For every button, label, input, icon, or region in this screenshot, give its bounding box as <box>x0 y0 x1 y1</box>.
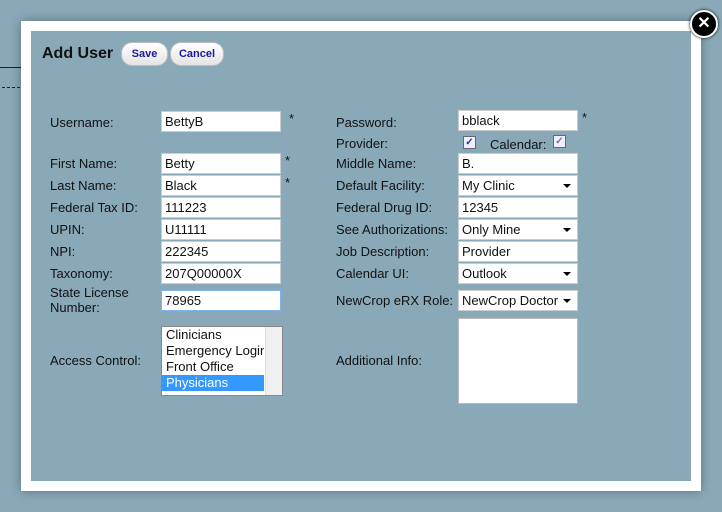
job-description-label: Job Description: <box>336 244 430 259</box>
add-user-dialog: Add User Save Cancel Username: BettyB * … <box>21 21 701 491</box>
middle-name-field[interactable]: B. <box>458 153 578 174</box>
access-control-listbox[interactable]: Clinicians Emergency Login Front Office … <box>161 326 283 396</box>
npi-field[interactable]: 222345 <box>161 241 281 262</box>
middle-name-label: Middle Name: <box>336 156 417 171</box>
access-option[interactable]: Front Office <box>162 359 264 375</box>
state-license-label: State License Number: <box>50 285 129 315</box>
provider-checkbox[interactable]: ✓ <box>463 136 476 149</box>
access-option[interactable]: Emergency Login <box>162 343 264 359</box>
dialog-body: Add User Save Cancel Username: BettyB * … <box>31 31 691 481</box>
close-icon[interactable]: ✕ <box>690 10 718 38</box>
last-name-label: Last Name: <box>50 178 117 193</box>
job-description-field[interactable]: Provider <box>458 241 578 262</box>
default-facility-label: Default Facility: <box>336 178 425 193</box>
required-marker: * <box>582 110 588 125</box>
username-field[interactable]: BettyB <box>161 111 281 132</box>
first-name-field[interactable]: Betty <box>161 153 281 174</box>
upin-field[interactable]: U11111 <box>161 219 281 240</box>
calendar-checkbox[interactable]: ✓ <box>553 135 566 148</box>
newcrop-role-select[interactable]: NewCrop Doctor <box>458 290 578 311</box>
federal-drug-id-field[interactable]: 12345 <box>458 197 578 218</box>
see-authorizations-label: See Authorizations: <box>336 222 449 237</box>
save-button[interactable]: Save <box>121 42 168 66</box>
last-name-field[interactable]: Black <box>161 175 281 196</box>
access-option[interactable]: Clinicians <box>162 327 264 343</box>
provider-label: Provider: <box>336 136 389 151</box>
npi-label: NPI: <box>50 244 76 259</box>
username-label: Username: <box>50 115 114 130</box>
calendar-label: Calendar: <box>490 137 547 152</box>
dialog-title: Add User <box>42 45 114 62</box>
newcrop-role-label: NewCrop eRX Role: <box>336 293 454 308</box>
required-marker: * <box>289 111 295 126</box>
federal-tax-id-field[interactable]: 111223 <box>161 197 281 218</box>
calendar-ui-select[interactable]: Outlook <box>458 263 578 284</box>
additional-info-textarea[interactable] <box>458 318 578 404</box>
upin-label: UPIN: <box>50 222 85 237</box>
password-field[interactable]: bblack <box>458 110 578 131</box>
listbox-scrollbar[interactable] <box>265 327 282 395</box>
calendar-ui-label: Calendar UI: <box>336 266 409 281</box>
cancel-button[interactable]: Cancel <box>170 42 224 66</box>
federal-drug-id-label: Federal Drug ID: <box>336 200 433 215</box>
access-option-selected[interactable]: Physicians <box>162 375 264 391</box>
taxonomy-field[interactable]: 207Q00000X <box>161 263 281 284</box>
federal-tax-id-label: Federal Tax ID: <box>50 200 138 215</box>
state-license-field[interactable]: 78965 <box>161 290 281 311</box>
required-marker: * <box>285 175 291 190</box>
background-line <box>0 67 22 68</box>
required-marker: * <box>285 153 291 168</box>
access-control-label: Access Control: <box>50 353 142 368</box>
default-facility-select[interactable]: My Clinic <box>458 175 578 196</box>
taxonomy-label: Taxonomy: <box>50 266 113 281</box>
see-authorizations-select[interactable]: Only Mine <box>458 219 578 240</box>
additional-info-label: Additional Info: <box>336 353 423 368</box>
first-name-label: First Name: <box>50 156 118 171</box>
background-dashed-line <box>2 87 20 88</box>
password-label: Password: <box>336 115 397 130</box>
